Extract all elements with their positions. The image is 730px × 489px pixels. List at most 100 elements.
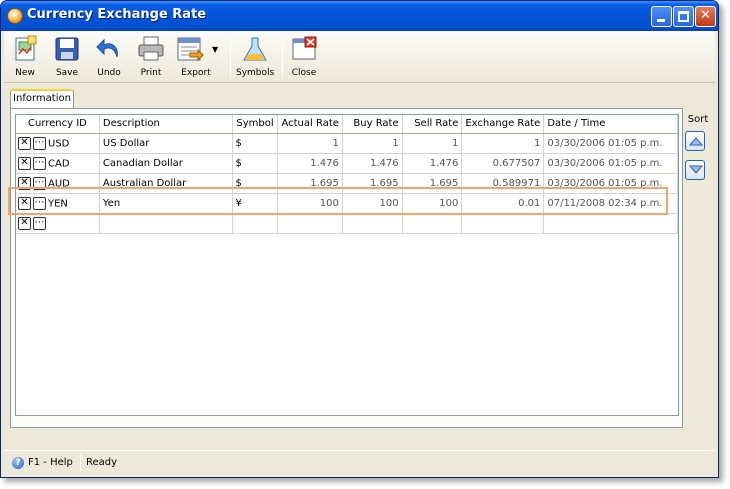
datetime-cell[interactable] — [543, 213, 678, 234]
column-header[interactable]: Symbol — [232, 115, 279, 134]
new-button[interactable]: New — [8, 33, 42, 81]
tab-information[interactable]: Information — [10, 89, 74, 109]
export-button[interactable]: ▼ Export — [176, 33, 218, 81]
undo-icon — [96, 38, 118, 58]
symbol-cell[interactable]: $ — [232, 133, 279, 154]
actual-rate-cell[interactable] — [277, 213, 343, 234]
column-header[interactable]: Exchange Rate — [461, 115, 545, 134]
currency-table: Currency ID Description Symbol Actual Ra… — [16, 115, 678, 234]
buy-rate-cell[interactable]: 100 — [342, 193, 403, 214]
new-document-icon — [15, 35, 37, 61]
description-cell[interactable]: Australian Dollar — [99, 173, 233, 194]
save-button[interactable]: Save — [50, 33, 84, 81]
description-cell[interactable]: US Dollar — [99, 133, 233, 154]
app-icon — [7, 8, 23, 24]
symbol-cell[interactable]: $ — [232, 153, 279, 174]
buy-rate-cell[interactable]: 1 — [342, 133, 403, 154]
actual-rate-cell[interactable]: 100 — [277, 193, 343, 214]
buy-rate-cell[interactable]: 1.476 — [342, 153, 403, 174]
new-row[interactable]: ✕ ⋯ — [16, 213, 678, 234]
actual-rate-cell[interactable]: 1.476 — [277, 153, 343, 174]
more-options-icon[interactable]: ⋯ — [33, 196, 46, 210]
export-label: Export — [181, 68, 211, 78]
delete-row-icon[interactable]: ✕ — [18, 216, 31, 230]
close-icon: ✕ — [700, 8, 711, 23]
toolbar-separator — [230, 35, 231, 77]
column-header[interactable]: Sell Rate — [402, 115, 463, 134]
close-label: Close — [291, 68, 317, 78]
print-button[interactable]: Print — [134, 33, 168, 81]
more-options-icon[interactable]: ⋯ — [33, 176, 46, 190]
sell-rate-cell[interactable]: 1.695 — [402, 173, 463, 194]
more-options-icon[interactable]: ⋯ — [33, 136, 46, 150]
currency-id-cell[interactable]: AUD — [48, 178, 70, 189]
window-title: Currency Exchange Rate — [27, 7, 207, 22]
column-header[interactable]: Currency ID — [16, 115, 100, 134]
new-label: New — [15, 68, 35, 78]
datetime-cell[interactable]: 03/30/2006 01:05 p.m. — [543, 133, 678, 154]
delete-row-icon[interactable]: ✕ — [18, 156, 31, 170]
toolbar-separator — [282, 35, 283, 77]
symbol-cell[interactable]: ¥ — [232, 193, 279, 214]
table-row[interactable]: ✕ ⋯ CAD Canadian Dollar $ 1.476 1.476 1.47… — [16, 153, 678, 174]
currency-id-cell[interactable]: CAD — [48, 158, 70, 169]
description-cell[interactable] — [99, 213, 233, 234]
datetime-cell[interactable]: 03/30/2006 01:05 p.m. — [543, 153, 678, 174]
table-row[interactable]: ✕ ⋯ AUD Australian Dollar $ 1.695 1.695 1.… — [16, 173, 678, 194]
buy-rate-cell[interactable]: 1.695 — [342, 173, 403, 194]
more-options-icon[interactable]: ⋯ — [33, 216, 46, 230]
table-row-selected[interactable]: ✕ ⋯ YEN Yen ¥ 100 100 100 0.01 07/11/2008 … — [16, 193, 678, 214]
exchange-rate-cell[interactable]: 1 — [461, 133, 545, 154]
currency-grid: Currency ID Description Symbol Actual Ra… — [15, 114, 679, 416]
minimize-button[interactable] — [651, 6, 672, 27]
column-header[interactable]: Buy Rate — [342, 115, 403, 134]
triangle-up-icon — [689, 137, 703, 146]
exchange-rate-cell[interactable]: 0.677507 — [461, 153, 545, 174]
exchange-rate-cell[interactable]: 0.589971 — [461, 173, 545, 194]
sell-rate-cell[interactable]: 1 — [402, 133, 463, 154]
actual-rate-cell[interactable]: 1 — [277, 133, 343, 154]
information-panel: Currency ID Description Symbol Actual Ra… — [10, 108, 683, 428]
delete-row-icon[interactable]: ✕ — [18, 196, 31, 210]
buy-rate-cell[interactable] — [342, 213, 403, 234]
maximize-button[interactable] — [673, 6, 694, 27]
currency-id-cell[interactable]: YEN — [48, 198, 68, 209]
sell-rate-cell[interactable] — [402, 213, 463, 234]
column-header[interactable]: Date / Time — [543, 115, 678, 134]
sell-rate-cell[interactable]: 100 — [402, 193, 463, 214]
delete-row-icon[interactable]: ✕ — [18, 176, 31, 190]
help-icon[interactable]: ? — [12, 457, 24, 469]
column-header[interactable]: Actual Rate — [277, 115, 343, 134]
sell-rate-cell[interactable]: 1.476 — [402, 153, 463, 174]
status-text: Ready — [86, 457, 118, 468]
symbols-button[interactable]: Symbols — [236, 33, 274, 81]
maximize-icon — [678, 11, 689, 22]
grid-header-row: Currency ID Description Symbol Actual Ra… — [16, 115, 678, 134]
close-form-button[interactable]: Close — [287, 33, 321, 81]
title-bar[interactable]: Currency Exchange Rate ✕ — [1, 1, 718, 31]
symbol-cell[interactable] — [232, 213, 279, 234]
symbol-cell[interactable]: $ — [232, 173, 279, 194]
table-row[interactable]: ✕ ⋯ USD US Dollar $ 1 1 1 1 03/30/2006 01:… — [16, 133, 678, 154]
exchange-rate-cell[interactable] — [461, 213, 545, 234]
undo-button[interactable]: Undo — [92, 33, 126, 81]
close-window-button[interactable]: ✕ — [695, 6, 716, 27]
minimize-icon — [657, 19, 665, 22]
datetime-cell[interactable]: 07/11/2008 02:34 p.m. — [543, 193, 678, 214]
sort-down-button[interactable] — [685, 160, 705, 180]
exchange-rate-cell[interactable]: 0.01 — [461, 193, 545, 214]
actual-rate-cell[interactable]: 1.695 — [277, 173, 343, 194]
undo-label: Undo — [97, 68, 121, 78]
sort-up-button[interactable] — [685, 131, 705, 151]
more-options-icon[interactable]: ⋯ — [33, 156, 46, 170]
close-form-icon — [292, 36, 317, 60]
delete-row-icon[interactable]: ✕ — [18, 136, 31, 150]
column-header[interactable]: Description — [99, 115, 233, 134]
description-cell[interactable]: Yen — [99, 193, 233, 214]
currency-id-cell[interactable]: USD — [48, 138, 69, 149]
chevron-down-icon[interactable]: ▼ — [212, 45, 218, 54]
datetime-cell[interactable]: 03/30/2006 01:05 p.m. — [543, 173, 678, 194]
symbols-icon — [243, 37, 267, 61]
description-cell[interactable]: Canadian Dollar — [99, 153, 233, 174]
save-label: Save — [55, 68, 79, 78]
